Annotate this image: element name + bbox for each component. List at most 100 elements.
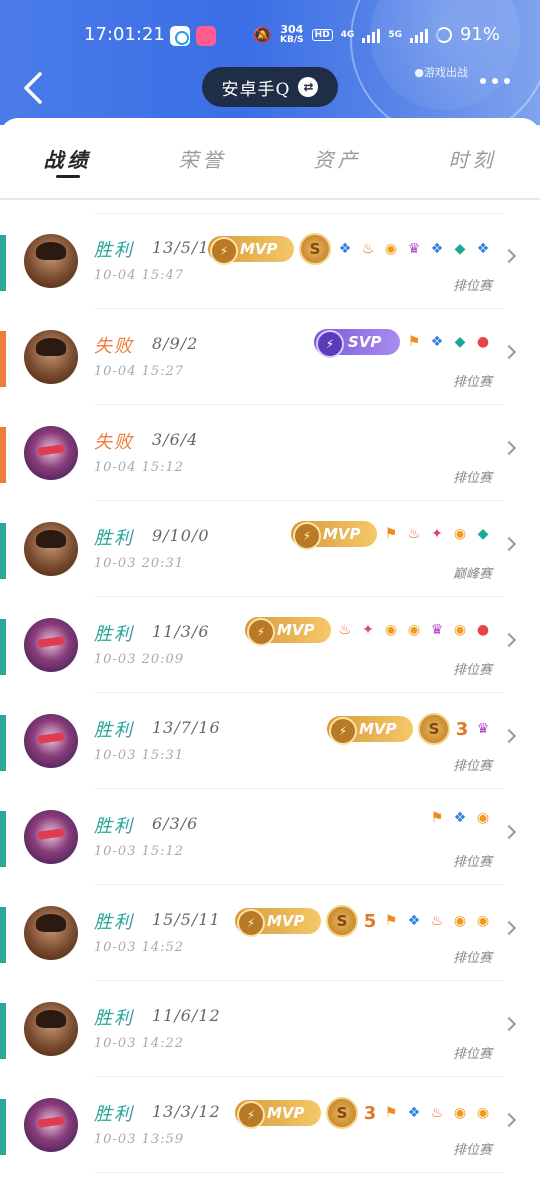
tab-label: 时刻 — [448, 147, 497, 172]
match-date: 10-04 15:12 — [94, 460, 185, 475]
chevron-right-icon — [501, 728, 517, 744]
game-mode: 排位赛 — [452, 471, 492, 486]
game-status-note: ●游戏出战 — [414, 66, 468, 79]
tab-0[interactable]: 战绩 — [0, 118, 135, 198]
tab-1[interactable]: 荣誉 — [135, 118, 270, 198]
game-mode: 排位赛 — [452, 855, 492, 870]
tab-label: 战绩 — [43, 147, 92, 172]
kill-streak-badge: 3 — [363, 1102, 377, 1124]
win-indicator — [0, 907, 6, 963]
red-achievement-icon: ● — [476, 622, 490, 638]
mute-bell-icon: 🔕 — [253, 25, 273, 44]
tab-3[interactable]: 时刻 — [405, 118, 540, 198]
achievement-badges: ⚑ ❖ ◉ — [428, 809, 492, 827]
blue-achievement-icon: ❖ — [338, 241, 352, 257]
dot-icon — [480, 78, 486, 84]
kda-score: 11/3/6 — [152, 622, 210, 641]
tab-label: 资产 — [313, 147, 362, 172]
tab-label: 荣誉 — [178, 147, 227, 172]
s-rank-badge: S — [326, 1097, 358, 1129]
flag-achievement-icon: ⚑ — [384, 1105, 398, 1121]
s-rank-badge: S — [299, 233, 331, 265]
status-time: 17:01:21 — [84, 24, 165, 45]
hero-avatar — [24, 1098, 78, 1152]
match-row[interactable]: 胜利 9/10/0 10-03 20:31 MVP ⚑ ♨ ✦ ◉ ◆ 巅峰赛 — [0, 501, 540, 597]
status-bar: 17:01:21 🔕 304 KB/S HD 4G 5G 91% — [0, 22, 540, 52]
net-4g-label: 4G — [340, 29, 355, 40]
loss-indicator — [0, 331, 6, 387]
chevron-left-icon — [24, 72, 42, 104]
back-button[interactable] — [18, 70, 50, 106]
kda-score: 6/3/6 — [152, 814, 199, 833]
match-row[interactable]: 失败 3/6/4 10-04 15:12 排位赛 — [0, 405, 540, 501]
match-row[interactable]: 失败 8/9/2 10-04 15:27 SVP ⚑ ❖ ◆ ● 排位赛 — [0, 309, 540, 405]
match-row[interactable]: 胜利 13/5/1 10-04 15:47 MVPS ❖ ♨ ◉ ♛ ❖ ◆ ❖ 排位赛 — [0, 213, 540, 309]
kda-score: 9/10/0 — [152, 526, 210, 545]
game-mode: 排位赛 — [452, 1143, 492, 1158]
battery-icon — [435, 26, 452, 43]
match-row[interactable]: 胜利 15/5/11 10-03 14:52 MVPS5 ⚑ ❖ ♨ ◉ ◉ 排位赛 — [0, 885, 540, 981]
kill-streak-badge: 3 — [455, 718, 469, 740]
fire-achievement-icon: ♨ — [407, 526, 421, 542]
blue-achievement-icon: ❖ — [430, 334, 444, 350]
game-mode: 排位赛 — [452, 1047, 492, 1062]
dot-icon — [504, 78, 510, 84]
flag-achievement-icon: ⚑ — [384, 913, 398, 929]
loss-indicator — [0, 427, 6, 483]
pink-achievement-icon: ✦ — [431, 526, 443, 542]
purple-achievement-icon: ♛ — [476, 721, 490, 737]
match-row[interactable]: 胜利 13/3/12 10-03 13:59 MVPS3 ⚑ ❖ ♨ ◉ ◉ 排位赛 — [0, 1077, 540, 1173]
match-result: 胜利 — [94, 912, 134, 933]
signal-4g-icon — [362, 27, 381, 43]
game-mode: 排位赛 — [452, 951, 492, 966]
coin-achievement-icon: ◉ — [384, 241, 398, 257]
match-row[interactable]: 胜利 11/6/12 10-03 14:22 排位赛 — [0, 981, 540, 1077]
net-5g-label: 5G — [388, 29, 402, 40]
match-date: 10-03 20:09 — [94, 652, 185, 667]
fire-achievement-icon: ♨ — [430, 1105, 444, 1121]
kda-score: 13/3/12 — [152, 1102, 221, 1121]
tab-active-indicator — [55, 175, 80, 178]
dot-icon — [492, 78, 498, 84]
chevron-right-icon — [501, 824, 517, 840]
match-result: 胜利 — [94, 720, 134, 741]
hero-avatar — [24, 234, 78, 288]
account-switcher[interactable]: 安卓手Q ⇄ — [202, 67, 338, 107]
fire-achievement-icon: ♨ — [338, 622, 352, 638]
swap-icon: ⇄ — [298, 77, 319, 97]
match-result: 胜利 — [94, 624, 134, 645]
win-indicator — [0, 235, 6, 291]
fire-achievement-icon: ♨ — [430, 913, 444, 929]
signal-5g-icon — [409, 27, 428, 43]
teal-achievement-icon: ◆ — [454, 334, 466, 350]
hero-avatar — [24, 330, 78, 384]
more-menu-button[interactable] — [480, 78, 510, 84]
match-row[interactable]: 胜利 13/7/16 10-03 15:31 MVPS3 ♛ 排位赛 — [0, 693, 540, 789]
achievement-badges: MVPS ❖ ♨ ◉ ♛ ❖ ◆ ❖ — [208, 233, 492, 265]
game-mode: 排位赛 — [452, 663, 492, 678]
flag-achievement-icon: ⚑ — [430, 810, 444, 826]
win-indicator — [0, 715, 6, 771]
blue-achievement-icon: ❖ — [476, 241, 490, 257]
match-date: 10-03 13:59 — [94, 1132, 185, 1147]
match-row[interactable]: 胜利 11/3/6 10-03 20:09 MVP ♨ ✦ ◉ ◉ ♛ ◉ ● 排位赛 — [0, 597, 540, 693]
match-result: 胜利 — [94, 240, 134, 261]
coin-achievement-icon: ◉ — [476, 913, 490, 929]
achievement-badges: MVP ⚑ ♨ ✦ ◉ ◆ — [291, 521, 492, 550]
flag-achievement-icon: ⚑ — [407, 334, 421, 350]
red-achievement-icon: ● — [476, 334, 490, 350]
win-indicator — [0, 523, 6, 579]
match-row[interactable]: 胜利 6/3/6 10-03 15:12 ⚑ ❖ ◉ 排位赛 — [0, 789, 540, 885]
kda-score: 3/6/4 — [152, 430, 199, 449]
fire-achievement-icon: ♨ — [361, 241, 375, 257]
net-speed: 304 KB/S — [280, 22, 304, 45]
teal-achievement-icon: ◆ — [454, 241, 466, 257]
tab-2[interactable]: 资产 — [270, 118, 405, 198]
hero-avatar — [24, 714, 78, 768]
blue-achievement-icon: ❖ — [453, 810, 467, 826]
coin-achievement-icon: ◉ — [453, 526, 467, 542]
achievement-badges: MVPS3 ⚑ ❖ ♨ ◉ ◉ — [235, 1097, 492, 1129]
match-result: 胜利 — [94, 1104, 134, 1125]
tab-bar: 战绩 荣誉 资产 时刻 — [0, 118, 540, 198]
chevron-right-icon — [501, 1016, 517, 1032]
